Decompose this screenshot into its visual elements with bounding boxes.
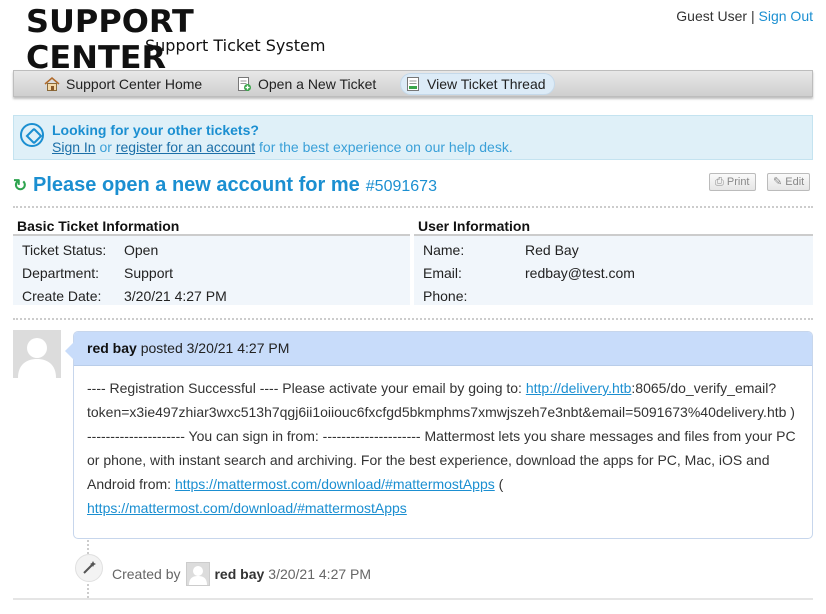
other-tickets-banner: Looking for your other tickets? Sign In … [13, 115, 813, 160]
user-silhouette-icon [13, 330, 61, 378]
info-value: Red Bay [525, 242, 579, 258]
info-value: 3/20/21 4:27 PM [124, 288, 227, 304]
info-label: Phone: [423, 288, 468, 304]
nav-label-view-thread: View Ticket Thread [427, 76, 546, 92]
compass-icon [20, 123, 44, 147]
print-button[interactable]: ⎙ Print [709, 173, 756, 191]
info-row: Create Date: 3/20/21 4:27 PM [13, 285, 410, 308]
edit-icon: ✎ [773, 176, 783, 188]
banner-suffix-text: for the best experience on our help desk… [259, 139, 513, 155]
mattermost-download-link-2[interactable]: https://mattermost.com/download/#matterm… [87, 500, 407, 516]
logo-subtitle: Support Ticket System [145, 36, 326, 55]
user-bar: Guest User | Sign Out [676, 8, 813, 24]
info-label: Department: [22, 265, 100, 281]
event-author: red bay [214, 566, 265, 582]
created-by-label: Created by [112, 566, 181, 582]
info-row: Name: Red Bay [414, 239, 813, 262]
guest-user-label: Guest User [676, 8, 748, 24]
avatar [13, 330, 61, 378]
nav-item-home[interactable]: Support Center Home [40, 73, 210, 95]
ticket-subject[interactable]: Please open a new account for me [33, 174, 360, 197]
ticket-number: #5091673 [365, 178, 437, 195]
nav-label-new-ticket: Open a New Ticket [258, 76, 377, 92]
basic-info-heading: Basic Ticket Information [13, 216, 410, 236]
magic-wand-icon [83, 561, 96, 574]
event-connector-bottom [87, 584, 89, 598]
info-value: Open [124, 242, 159, 258]
banner-title: Looking for your other tickets? [52, 122, 259, 138]
info-value: redbay@test.com [525, 265, 635, 281]
site-logo[interactable]: SUPPORT CENTER Support Ticket System [26, 4, 326, 76]
thread-header: red bay posted 3/20/21 4:27 PM [74, 332, 812, 366]
thread-pointer [65, 342, 74, 360]
print-icon: ⎙ [715, 176, 724, 188]
info-divider [13, 318, 813, 320]
title-divider [13, 206, 813, 208]
event-time: 3/20/21 4:27 PM [268, 566, 372, 582]
basic-ticket-info: Basic Ticket Information Ticket Status: … [13, 216, 410, 305]
user-info-body: Name: Red Bay Email: redbay@test.com Pho… [414, 236, 813, 305]
thread-author: red bay [87, 340, 137, 356]
info-label: Create Date: [22, 288, 102, 304]
sign-in-link[interactable]: Sign In [52, 139, 96, 155]
info-label: Ticket Status: [22, 242, 107, 258]
mattermost-download-link[interactable]: https://mattermost.com/download/#matterm… [175, 476, 495, 492]
edit-label: Edit [785, 176, 805, 188]
banner-or-text: or [99, 139, 112, 155]
edit-button[interactable]: ✎ Edit [767, 173, 811, 191]
thread-posted: posted 3/20/21 4:27 PM [140, 340, 290, 356]
event-avatar [186, 562, 211, 586]
delivery-link[interactable]: http://delivery.htb [526, 380, 632, 396]
info-row: Ticket Status: Open [13, 239, 410, 262]
ticket-title: ↻ Please open a new account for me #5091… [13, 174, 437, 197]
main-nav: Support Center Home Open a New Ticket Vi… [13, 70, 813, 97]
user-silhouette-icon [187, 563, 210, 585]
sign-out-link[interactable]: Sign Out [759, 8, 813, 24]
info-value: Support [124, 265, 174, 281]
info-row: Department: Support [13, 262, 410, 285]
new-ticket-icon [238, 77, 251, 91]
basic-info-body: Ticket Status: Open Department: Support … [13, 236, 410, 305]
thread-text-3: ( [494, 476, 504, 492]
thread-entry: red bay posted 3/20/21 4:27 PM ---- Regi… [65, 331, 813, 539]
refresh-icon[interactable]: ↻ [13, 177, 29, 194]
event-connector-top [87, 540, 89, 554]
thread-body: ---- Registration Successful ---- Please… [74, 366, 812, 520]
nav-item-view-thread[interactable]: View Ticket Thread [400, 73, 555, 95]
nav-label-home: Support Center Home [66, 76, 203, 92]
home-icon [44, 76, 60, 91]
thread-text-1: ---- Registration Successful ---- Please… [87, 380, 526, 396]
ticket-thread-icon [407, 77, 419, 91]
info-row: Email: redbay@test.com [414, 262, 813, 285]
bottom-rule [13, 598, 813, 600]
info-label: Email: [423, 265, 462, 281]
event-created: Created by red bay 3/20/21 4:27 PM [112, 562, 371, 586]
register-link[interactable]: register for an account [116, 139, 255, 155]
nav-item-new-ticket[interactable]: Open a New Ticket [232, 73, 384, 95]
info-row: Phone: [414, 285, 813, 308]
print-label: Print [726, 176, 750, 188]
userbar-separator: | [750, 8, 755, 24]
info-label: Name: [423, 242, 465, 258]
banner-message: Sign In or register for an account for t… [52, 139, 513, 155]
user-info-heading: User Information [414, 216, 813, 236]
user-info: User Information Name: Red Bay Email: re… [414, 216, 813, 305]
event-icon [75, 554, 103, 582]
